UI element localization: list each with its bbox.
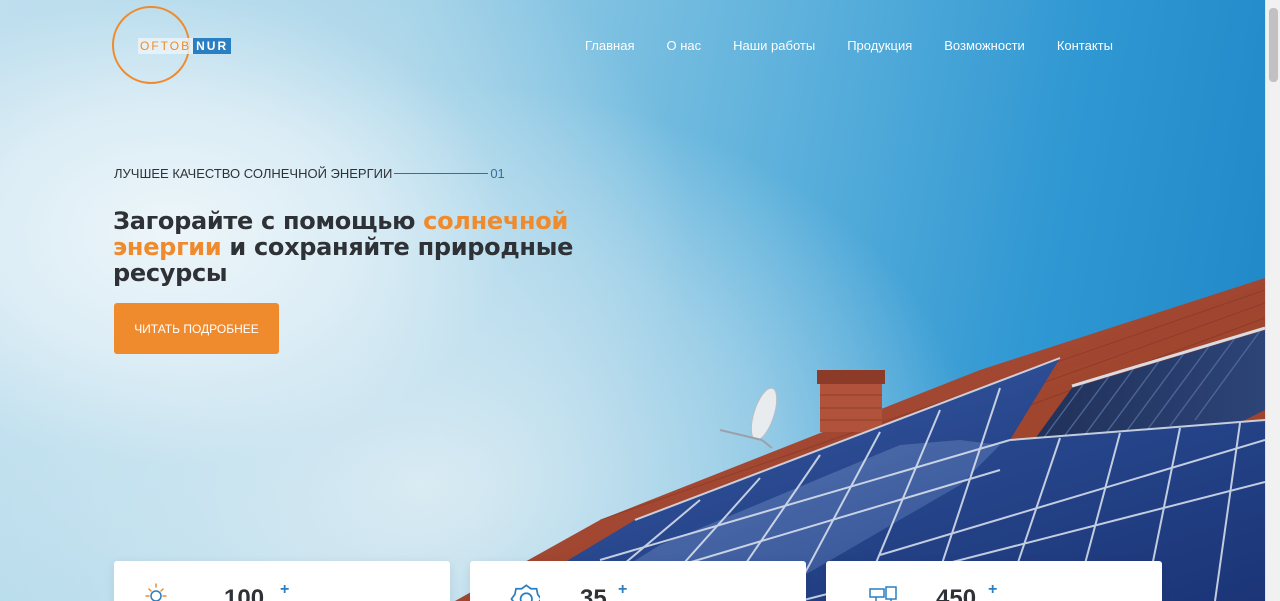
- scrollbar-thumb[interactable]: [1269, 8, 1278, 82]
- stat-value-1: 100 +: [224, 581, 289, 601]
- nav-contacts[interactable]: Контакты: [1057, 38, 1113, 53]
- award-icon: [510, 584, 540, 601]
- stat-card-1: 100 +: [114, 561, 450, 601]
- stat-number-2: 35: [580, 585, 607, 601]
- page-scrollbar[interactable]: [1265, 0, 1280, 601]
- nav-features[interactable]: Возможности: [944, 38, 1025, 53]
- nav-products[interactable]: Продукция: [847, 38, 912, 53]
- tagline-divider: [394, 173, 489, 174]
- tools-icon: [869, 586, 897, 601]
- logo-wordmark: OFTOB NUR: [138, 38, 232, 54]
- stat-plus-2: +: [618, 581, 628, 598]
- logo-text-oftob: OFTOB: [138, 38, 194, 54]
- read-more-button[interactable]: ЧИТАТЬ ПОДРОБНЕЕ: [114, 303, 279, 354]
- hero-title-part1: Загорайте с помощью: [113, 207, 424, 235]
- slide-number: 01: [490, 166, 505, 181]
- stat-card-3: 450 +: [826, 561, 1162, 601]
- stat-card-2: 35 +: [470, 561, 806, 601]
- sun-icon: [145, 583, 167, 601]
- main-navigation: Главная О нас Наши работы Продукция Возм…: [585, 38, 1145, 53]
- nav-home[interactable]: Главная: [585, 38, 634, 53]
- logo-text-nur: NUR: [193, 38, 232, 54]
- nav-about[interactable]: О нас: [666, 38, 701, 53]
- nav-our-works[interactable]: Наши работы: [733, 38, 815, 53]
- stat-plus-3: +: [988, 581, 998, 598]
- stat-value-3: 450 +: [936, 581, 997, 601]
- stat-number-3: 450: [936, 585, 977, 601]
- hero-title: Загорайте с помощью солнечной энергии и …: [113, 208, 583, 286]
- stat-plus-1: +: [280, 581, 290, 598]
- tagline-text: ЛУЧШЕЕ КАЧЕСТВО СОЛНЕЧНОЙ ЭНЕРГИИ: [114, 166, 393, 181]
- page: OFTOB NUR Главная О нас Наши работы Прод…: [0, 0, 1280, 601]
- solar-roof-image: [455, 278, 1265, 601]
- hero-tagline: ЛУЧШЕЕ КАЧЕСТВО СОЛНЕЧНОЙ ЭНЕРГИИ 01: [114, 166, 505, 181]
- stat-number-1: 100: [224, 585, 265, 601]
- site-logo[interactable]: OFTOB NUR: [112, 6, 236, 84]
- stat-value-2: 35 +: [580, 581, 627, 601]
